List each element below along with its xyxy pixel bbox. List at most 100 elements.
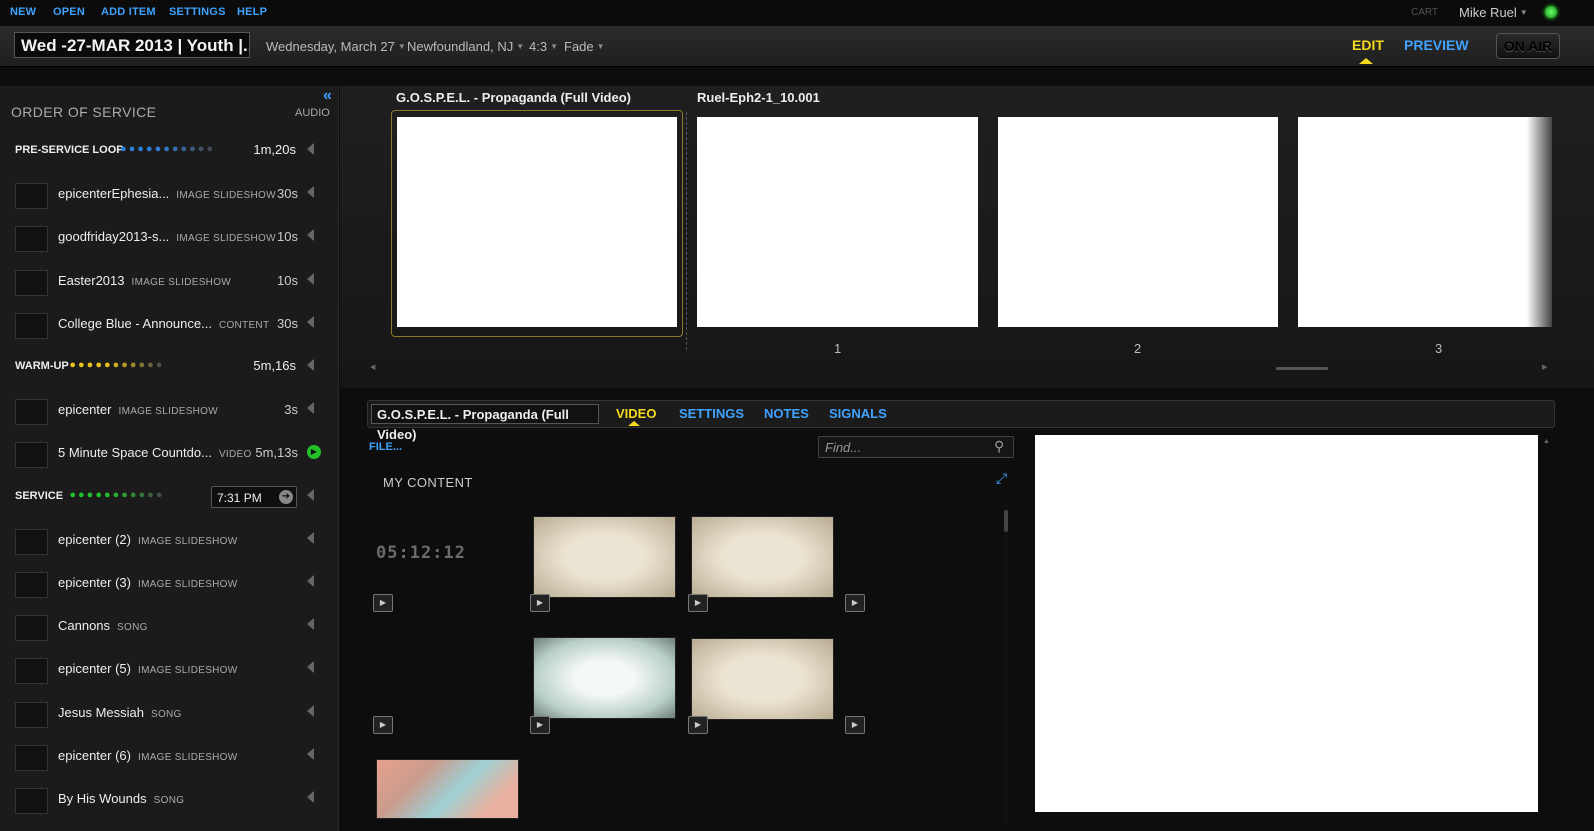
video-clip-icon: ▶ <box>688 594 708 612</box>
content-thumbnail[interactable] <box>533 637 676 719</box>
section-label: WARM-UP <box>15 360 69 372</box>
item-title: epicenter (2) IMAGE SLIDESHOW <box>58 532 238 547</box>
audio-toggle-icon[interactable] <box>307 315 314 328</box>
audio-toggle-icon[interactable] <box>307 186 314 199</box>
chevron-down-icon: ▼ <box>1519 8 1528 17</box>
active-tab-indicator <box>1359 58 1373 64</box>
item-name-field[interactable]: G.O.S.P.E.L. - Propaganda (Full Video) <box>371 404 599 442</box>
tab-notes[interactable]: NOTES <box>764 406 809 421</box>
content-scrollbar[interactable] <box>1003 502 1009 822</box>
service-item[interactable]: epicenter (2) IMAGE SLIDESHOW <box>0 519 338 562</box>
section-header[interactable]: WARM-UP ●●●●●●●●●●● 5m,16s <box>0 346 338 389</box>
service-start-time-field[interactable]: 7:31 PM ➔ <box>211 485 297 508</box>
tab-preview[interactable]: PREVIEW <box>1404 37 1469 53</box>
menu-new[interactable]: NEW <box>10 6 36 18</box>
chevron-down-icon: ▼ <box>550 42 558 51</box>
scrollbar-thumb[interactable] <box>1276 367 1328 370</box>
video-clip-icon: ▶ <box>845 716 865 734</box>
menu-open[interactable]: OPEN <box>53 6 85 18</box>
service-item[interactable]: epicenter (5) IMAGE SLIDESHOW <box>0 648 338 691</box>
audio-toggle-icon[interactable] <box>307 661 314 674</box>
slide-thumbnail[interactable] <box>397 117 677 327</box>
scroll-up-icon[interactable]: ▲ <box>1543 438 1550 445</box>
content-thumbnail[interactable] <box>533 516 676 598</box>
item-type-label: SONG <box>117 622 148 634</box>
aspect-dropdown[interactable]: 4:3 ▼ <box>529 39 558 54</box>
menu-help[interactable]: HELP <box>237 6 267 18</box>
tab-signals[interactable]: SIGNALS <box>829 406 887 421</box>
progress-dots: ●●●●●●●●●●● <box>69 488 165 501</box>
tab-edit[interactable]: EDIT <box>1352 37 1384 53</box>
audio-toggle-icon[interactable] <box>307 359 314 371</box>
file-link[interactable]: FILE... <box>369 441 402 453</box>
service-item[interactable]: By His Wounds SONG <box>0 778 338 821</box>
audio-toggle-icon[interactable] <box>307 531 314 544</box>
slide-group-title: G.O.S.P.E.L. - Propaganda (Full Video) <box>396 90 631 105</box>
item-type-label: VIDEO <box>218 449 252 461</box>
service-item[interactable]: 5 Minute Space Countdo... VIDEO 5m,13s ▶ <box>0 432 338 475</box>
date-dropdown[interactable]: Wednesday, March 27 ▼ <box>266 39 406 54</box>
on-air-button[interactable]: ON AIR <box>1496 33 1560 59</box>
item-title: Jesus Messiah SONG <box>58 705 182 720</box>
item-type-label: IMAGE SLIDESHOW <box>137 535 238 547</box>
audio-toggle-icon[interactable] <box>307 272 314 285</box>
slide-thumbnail[interactable] <box>697 117 978 327</box>
user-menu[interactable]: Mike Ruel ▼ <box>1459 5 1528 20</box>
service-item[interactable]: Jesus Messiah SONG <box>0 692 338 735</box>
audio-toggle-icon[interactable] <box>307 229 314 242</box>
audio-toggle-icon[interactable] <box>307 704 314 717</box>
item-thumbnail <box>15 572 48 598</box>
audio-toggle-icon[interactable] <box>307 488 314 501</box>
menu-add-item[interactable]: ADD ITEM <box>101 6 156 18</box>
tab-settings[interactable]: SETTINGS <box>679 406 744 421</box>
audio-toggle-icon[interactable] <box>307 402 314 415</box>
audio-toggle-icon[interactable] <box>307 143 314 155</box>
collapse-icon[interactable]: « <box>323 87 332 105</box>
scrollbar-thumb[interactable] <box>1004 510 1008 532</box>
item-thumbnail <box>15 442 48 469</box>
play-icon[interactable]: ▶ <box>307 445 321 460</box>
audio-toggle-icon[interactable] <box>307 575 314 587</box>
scroll-left-icon[interactable]: ◀ <box>370 363 375 371</box>
service-item[interactable]: goodfriday2013-s... IMAGE SLIDESHOW 10s <box>0 216 338 259</box>
tab-video[interactable]: VIDEO <box>616 406 656 421</box>
location-dropdown[interactable]: Newfoundland, NJ ▼ <box>407 39 524 54</box>
audio-toggle-icon[interactable] <box>307 791 314 803</box>
section-header[interactable]: PRE-SERVICE LOOP ●●●●●●●●●●● 1m,20s <box>0 130 338 173</box>
cart-link[interactable]: CART <box>1411 7 1438 18</box>
menu-settings[interactable]: SETTINGS <box>169 6 226 18</box>
content-thumbnail[interactable] <box>691 638 834 720</box>
section-header[interactable]: SERVICE ●●●●●●●●●●● 7:31 PM ➔ <box>0 476 338 519</box>
content-thumbnail[interactable] <box>691 516 834 598</box>
connection-status-icon <box>1545 6 1557 18</box>
progress-dots: ●●●●●●●●●●● <box>120 143 216 155</box>
service-item[interactable]: epicenterEphesia... IMAGE SLIDESHOW 30s <box>0 173 338 216</box>
item-name-text: epicenter (6) <box>58 747 131 763</box>
service-item[interactable]: Cannons SONG <box>0 605 338 648</box>
progress-dots: ●●●●●●●●●●● <box>69 359 165 371</box>
transition-dropdown[interactable]: Fade ▼ <box>564 39 605 54</box>
service-item[interactable]: College Blue - Announce... CONTENT 30s <box>0 303 338 346</box>
time-arrow-icon[interactable]: ➔ <box>279 489 293 504</box>
item-title: College Blue - Announce... CONTENT <box>58 316 269 331</box>
sidebar-title: ORDER OF SERVICE <box>11 104 157 120</box>
item-type-label: IMAGE SLIDESHOW <box>137 579 238 590</box>
slide-scrollbar[interactable]: ◀ ▶ <box>370 363 1550 373</box>
slide-thumbnail[interactable] <box>1298 117 1552 327</box>
service-item[interactable]: epicenter (3) IMAGE SLIDESHOW <box>0 562 338 605</box>
item-type-label: SONG <box>153 795 185 806</box>
audio-toggle-icon[interactable] <box>307 747 314 760</box>
slide-thumbnail[interactable] <box>998 117 1278 327</box>
content-thumbnail[interactable] <box>376 759 519 819</box>
service-item[interactable]: epicenter (6) IMAGE SLIDESHOW <box>0 735 338 778</box>
item-name-text: 5 Minute Space Countdo... <box>58 445 212 461</box>
item-type-label: CONTENT <box>218 319 270 331</box>
find-input[interactable]: Find... <box>818 436 1014 458</box>
scroll-right-icon[interactable]: ▶ <box>1542 363 1547 371</box>
service-title-field[interactable]: Wed -27-MAR 2013 | Youth |... <box>14 32 250 58</box>
audio-toggle-icon[interactable] <box>307 618 314 631</box>
expand-icon[interactable]: ⤢ <box>996 470 1007 487</box>
service-item[interactable]: epicenter IMAGE SLIDESHOW 3s <box>0 389 338 432</box>
service-item[interactable]: Easter2013 IMAGE SLIDESHOW 10s <box>0 260 338 303</box>
countdown-thumbnail[interactable]: 05:12:12 <box>376 543 518 565</box>
